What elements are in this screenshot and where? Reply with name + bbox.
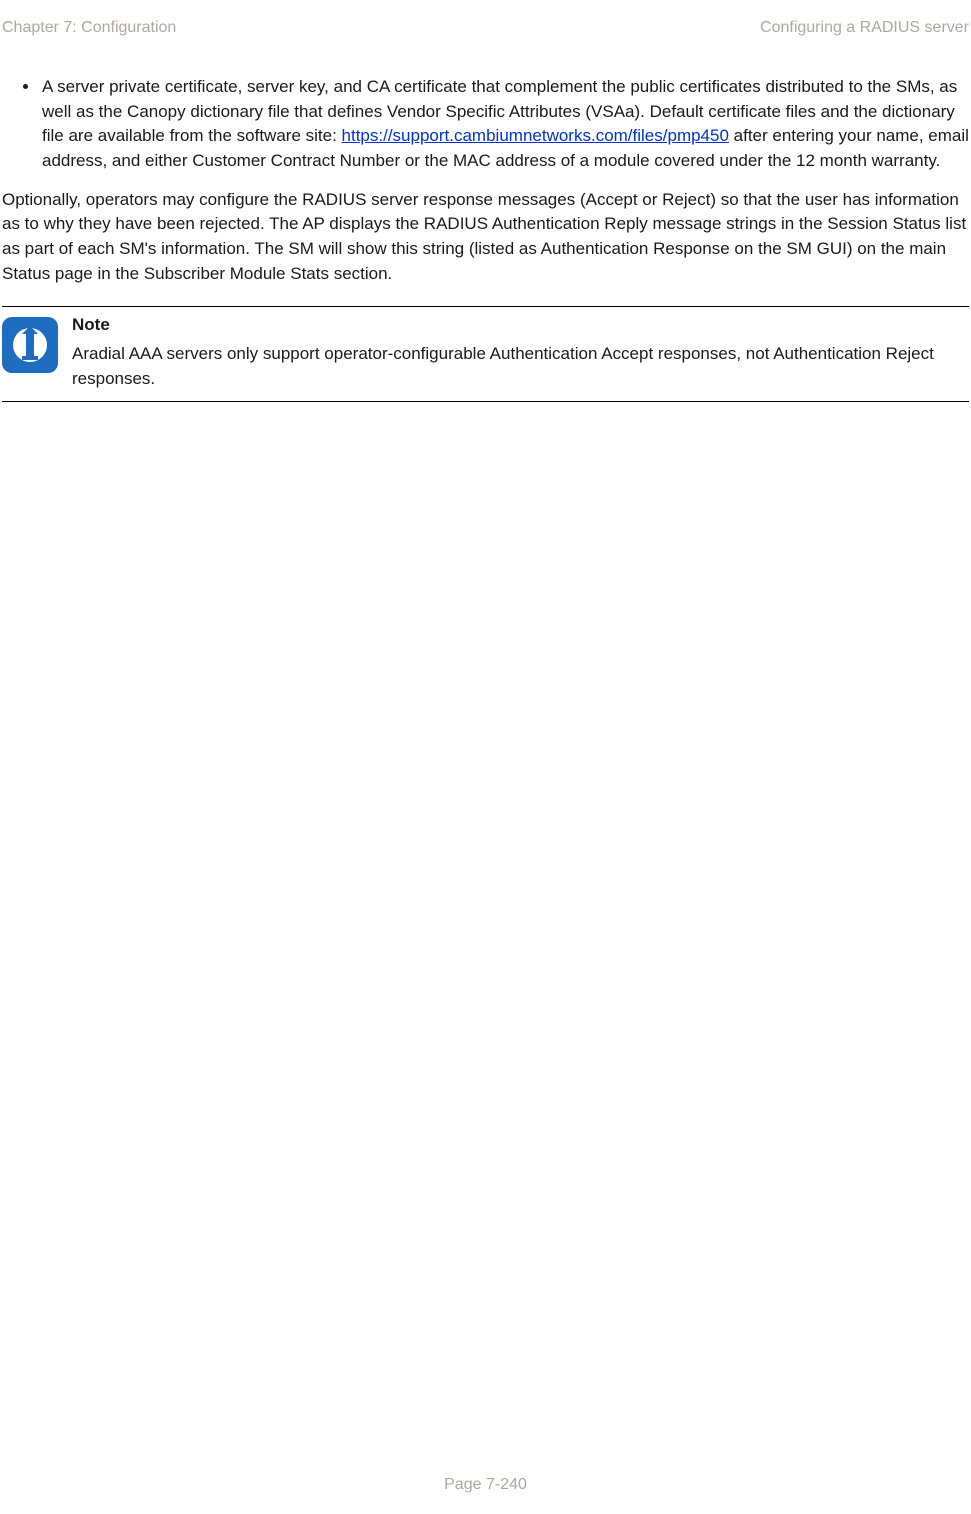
info-icon — [2, 317, 58, 373]
note-icon-cell — [2, 307, 72, 402]
note-content-cell: Note Aradial AAA servers only support op… — [72, 307, 969, 402]
page-footer: Page 7-240 — [0, 1473, 971, 1496]
software-site-link[interactable]: https://support.cambiumnetworks.com/file… — [342, 126, 729, 145]
note-callout: Note Aradial AAA servers only support op… — [2, 306, 969, 402]
note-body: Aradial AAA servers only support operato… — [72, 342, 961, 391]
bullet-list: A server private certificate, server key… — [30, 75, 969, 174]
bullet-item: A server private certificate, server key… — [40, 75, 969, 174]
note-heading: Note — [72, 313, 961, 338]
body-paragraph: Optionally, operators may configure the … — [2, 188, 969, 287]
page-header: Chapter 7: Configuration Configuring a R… — [2, 16, 969, 39]
header-left: Chapter 7: Configuration — [2, 16, 176, 39]
header-right: Configuring a RADIUS server — [760, 16, 969, 39]
